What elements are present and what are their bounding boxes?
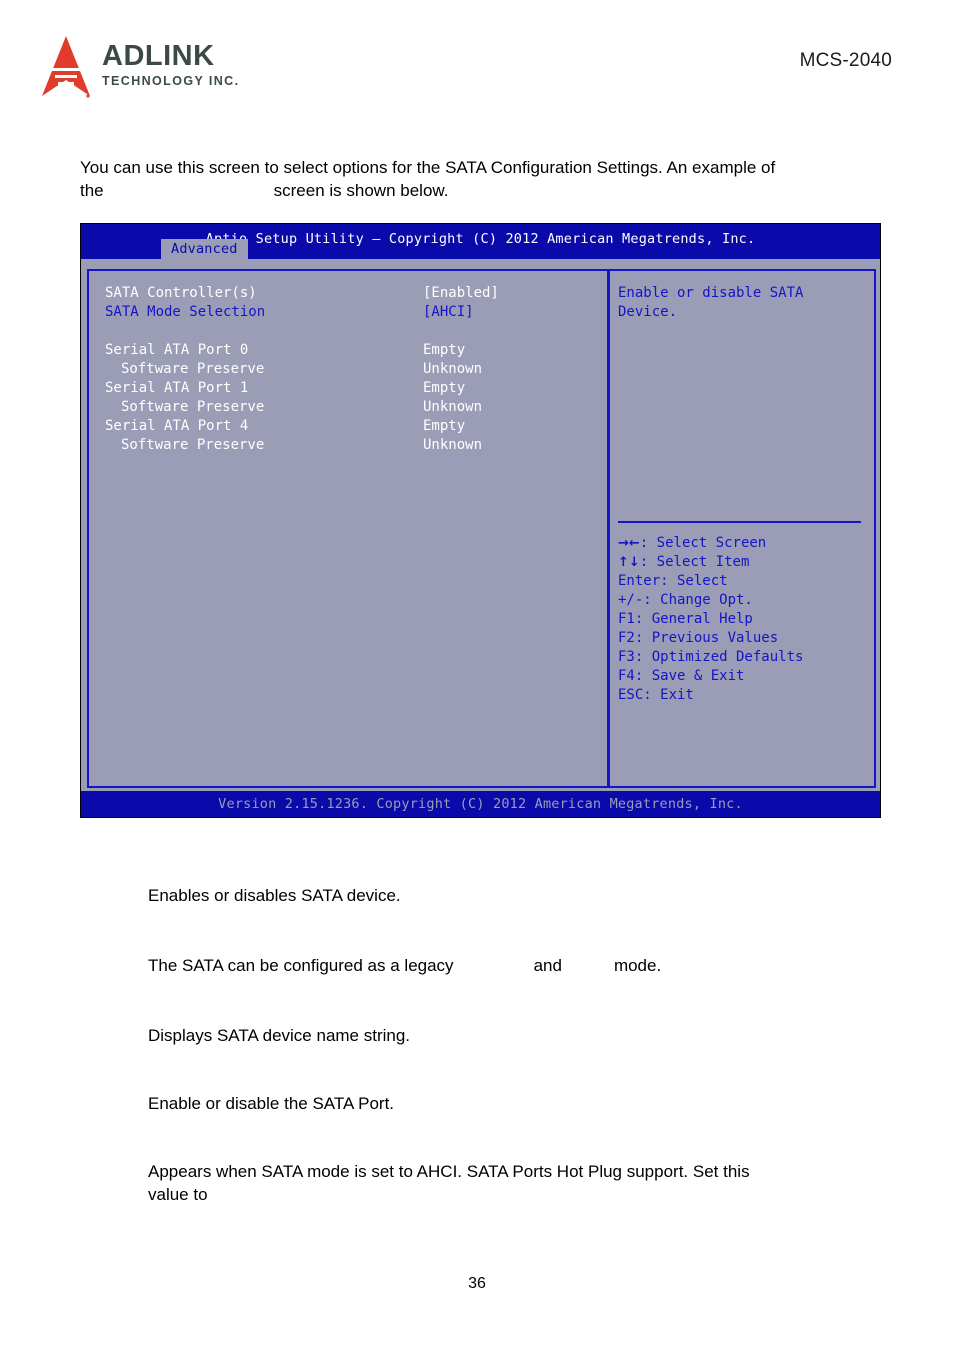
bios-setting-label: SATA Mode Selection <box>105 304 266 320</box>
bios-panel-divider <box>607 269 610 788</box>
description-hot-plug: Appears when SATA mode is set to AHCI. S… <box>148 1160 868 1206</box>
bios-key-row-5: F2: Previous Values <box>618 629 868 648</box>
intro-line-2-after: screen is shown below. <box>273 181 449 200</box>
bios-setting-value: Empty <box>423 418 466 434</box>
bios-key-text: F2: Previous Values <box>618 630 779 646</box>
description-sata-mode-a: The SATA can be configured as a legacy <box>148 956 454 975</box>
description-sata-mode: The SATA can be configured as a legacy an… <box>148 954 868 977</box>
adlink-logo: ADLINK TECHNOLOGY INC. <box>38 36 239 98</box>
bios-key-row-3: +/-: Change Opt. <box>618 591 868 610</box>
select-screen-arrows-icon: →← <box>618 536 640 551</box>
bios-setting-row-5[interactable]: Serial ATA Port 1 Empty <box>105 379 600 398</box>
bios-setting-row-6[interactable]: Software Preserve Unknown <box>105 398 600 417</box>
bios-setting-label: Software Preserve <box>121 437 265 453</box>
adlink-logo-wordmark: ADLINK TECHNOLOGY INC. <box>102 36 239 88</box>
bios-key-row-7: F4: Save & Exit <box>618 667 868 686</box>
description-sata-mode-c: mode. <box>613 956 662 975</box>
bios-key-text: : Select Item <box>639 554 750 570</box>
bios-setting-value: Unknown <box>423 437 483 453</box>
bios-setting-label: Serial ATA Port 1 <box>105 380 249 396</box>
bios-help-text: Enable or disable SATA Device. <box>618 285 804 320</box>
bios-key-row-4: F1: General Help <box>618 610 868 629</box>
bios-key-legend: →←: Select Screen ↑↓: Select Item Enter:… <box>618 534 868 705</box>
bios-setting-label: SATA Controller(s) <box>105 285 257 301</box>
bios-row-spacer <box>105 322 600 341</box>
bios-version-footer: Version 2.15.1236. Copyright (C) 2012 Am… <box>81 791 880 817</box>
bios-setting-value: Empty <box>423 380 466 396</box>
bios-setting-row-8[interactable]: Software Preserve Unknown <box>105 436 600 455</box>
bios-help-separator <box>618 521 861 523</box>
bios-setting-row-0[interactable]: SATA Controller(s) [Enabled] <box>105 284 600 303</box>
bios-key-row-8: ESC: Exit <box>618 686 868 705</box>
description-device-name: Displays SATA device name string. <box>148 1026 411 1045</box>
bios-setup-screenshot: Aptio Setup Utility – Copyright (C) 2012… <box>80 223 881 818</box>
page-number: 36 <box>468 1275 486 1292</box>
adlink-arrow-icon <box>38 36 94 98</box>
bios-setting-label: Software Preserve <box>121 361 265 377</box>
intro-line-1: You can use this screen to select option… <box>80 158 776 177</box>
bios-setting-value[interactable]: [Enabled] <box>423 284 499 303</box>
bios-key-text: ESC: Exit <box>618 687 694 703</box>
description-sata-port: Enable or disable the SATA Port. <box>148 1094 395 1113</box>
bios-key-text: +/-: Change Opt. <box>618 592 753 608</box>
description-sata-controller: Enables or disables SATA device. <box>148 886 401 905</box>
bios-key-text: : Select Screen <box>639 535 767 551</box>
bios-key-row-2: Enter: Select <box>618 572 868 591</box>
bios-setting-label: Software Preserve <box>121 399 265 415</box>
adlink-logo-subtitle: TECHNOLOGY INC. <box>102 74 240 88</box>
bios-settings-list: SATA Controller(s) [Enabled] SATA Mode S… <box>105 284 600 455</box>
description-sata-mode-b: and <box>533 956 562 975</box>
bios-setting-row-1[interactable]: SATA Mode Selection [AHCI] <box>105 303 600 322</box>
adlink-logo-name: ADLINK <box>102 40 215 72</box>
bios-setting-row-7[interactable]: Serial ATA Port 4 Empty <box>105 417 600 436</box>
bios-setting-value[interactable]: [AHCI] <box>423 303 474 322</box>
page-header: ADLINK TECHNOLOGY INC. MCS-2040 <box>0 0 954 120</box>
bios-key-row-6: F3: Optimized Defaults <box>618 648 868 667</box>
bios-setting-row-3[interactable]: Serial ATA Port 0 Empty <box>105 341 600 360</box>
bios-setting-value: Unknown <box>423 399 483 415</box>
bios-setting-label: Serial ATA Port 0 <box>105 342 249 358</box>
bios-key-row-1: ↑↓: Select Item <box>618 553 868 572</box>
intro-line-2-before: the <box>80 181 104 200</box>
bios-key-text: Enter: Select <box>618 573 728 589</box>
description-hot-plug-line-2: value to <box>148 1185 208 1204</box>
bios-setting-label: Serial ATA Port 4 <box>105 418 249 434</box>
bios-setting-value: Unknown <box>423 361 483 377</box>
document-model-label: MCS-2040 <box>799 50 892 71</box>
bios-setting-row-4[interactable]: Software Preserve Unknown <box>105 360 600 379</box>
bios-key-text: F3: Optimized Defaults <box>618 649 804 665</box>
description-hot-plug-line-1: Appears when SATA mode is set to AHCI. S… <box>148 1162 750 1181</box>
bios-key-text: F4: Save & Exit <box>618 668 745 684</box>
bios-key-text: F1: General Help <box>618 611 753 627</box>
select-item-arrows-icon: ↑↓ <box>618 555 640 570</box>
bios-tab-advanced[interactable]: Advanced <box>161 239 248 259</box>
intro-paragraph: You can use this screen to select option… <box>80 156 880 202</box>
bios-setting-value: Empty <box>423 342 466 358</box>
bios-key-row-0: →←: Select Screen <box>618 534 868 553</box>
